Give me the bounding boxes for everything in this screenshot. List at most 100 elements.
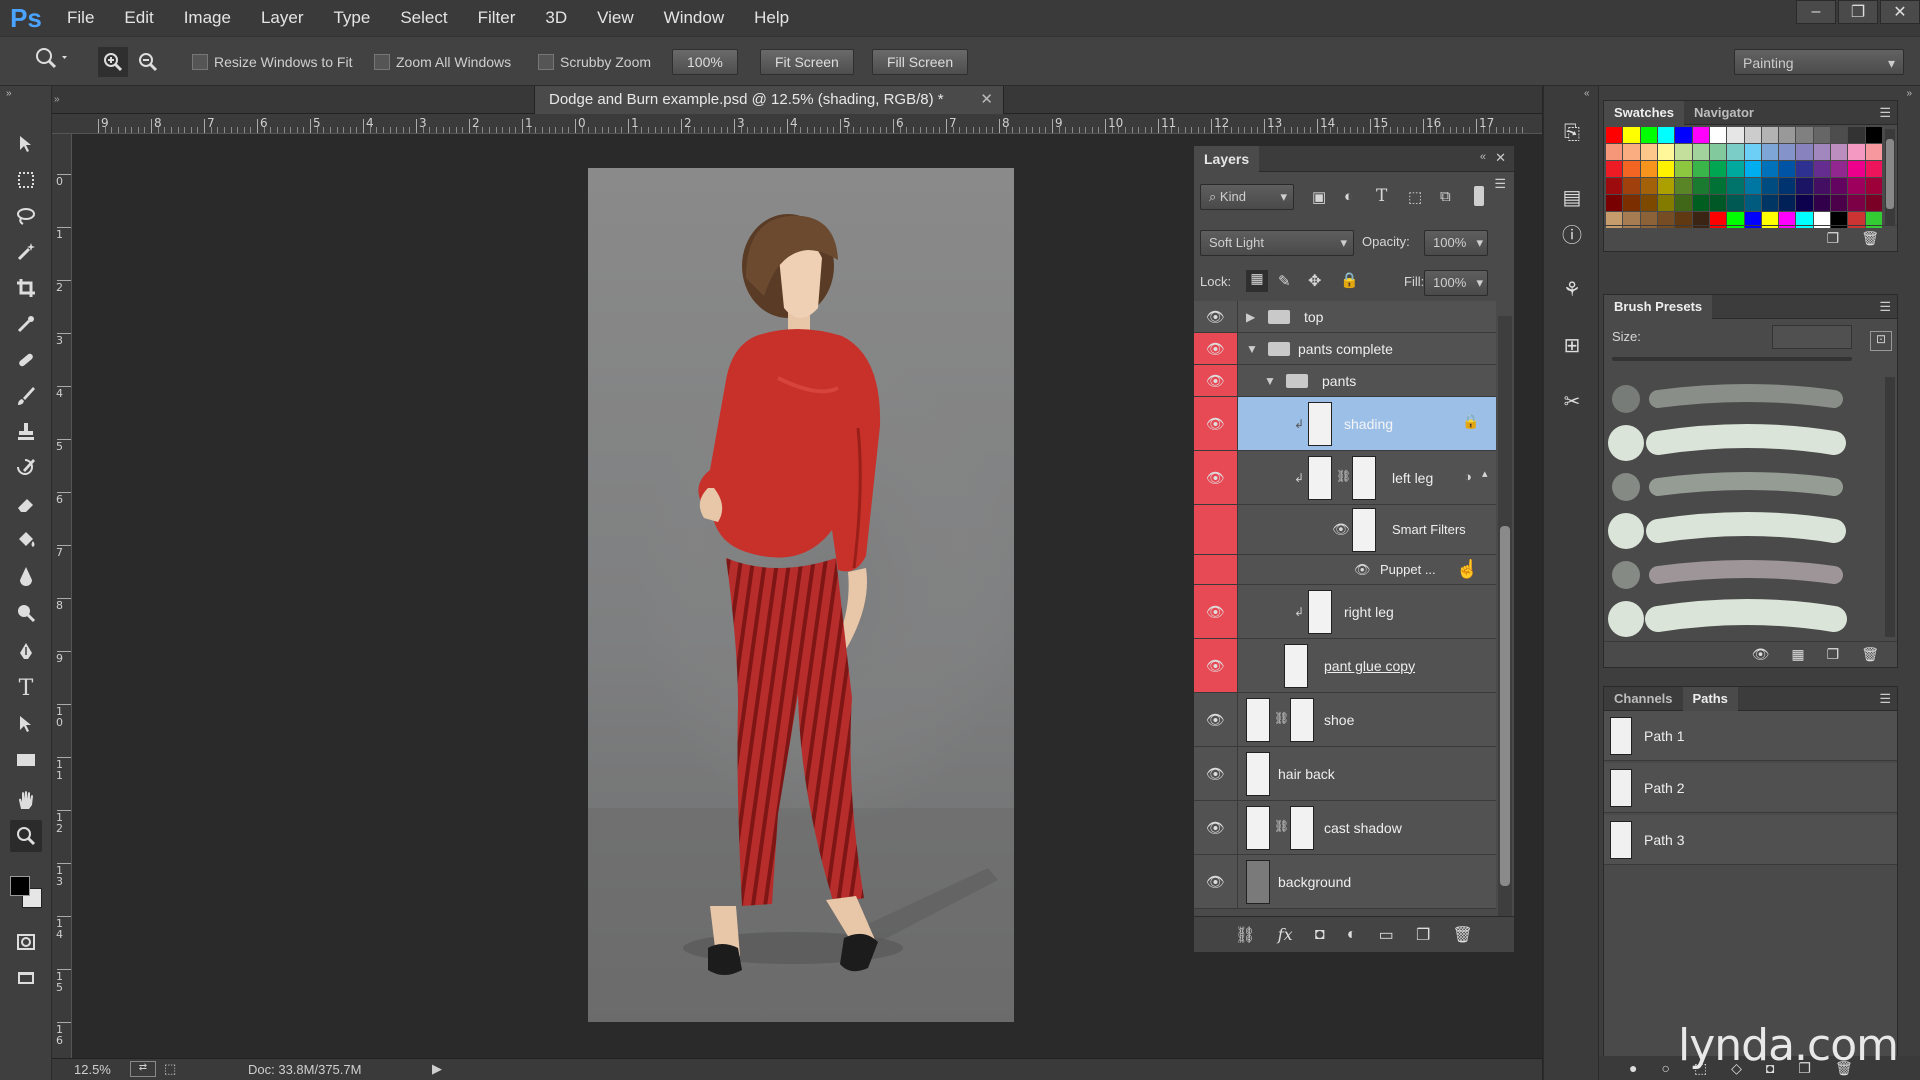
menu-filter[interactable]: Filter	[463, 0, 531, 36]
checkbox-icon[interactable]	[538, 54, 554, 70]
rectangle-tool-icon[interactable]	[10, 744, 42, 776]
color-swatch[interactable]	[1744, 144, 1761, 160]
zoom-100-button[interactable]: 100%	[672, 49, 738, 75]
color-swatch[interactable]	[1675, 144, 1692, 160]
puppet-warp-row[interactable]: 👁 Puppet ... ☝	[1194, 555, 1496, 585]
color-swatch[interactable]	[1796, 127, 1813, 143]
export-icon[interactable]: ⬚	[164, 1061, 176, 1077]
layer-row[interactable]: 👁 ⛓ cast shadow	[1194, 801, 1496, 855]
layer-row[interactable]: 👁 pant glue copy	[1194, 639, 1496, 693]
history-brush-icon[interactable]	[10, 452, 42, 484]
properties-panel-icon[interactable]: ▤	[1556, 182, 1588, 212]
color-swatch[interactable]	[1831, 127, 1848, 143]
zoom-in-icon[interactable]	[98, 47, 128, 77]
color-swatch[interactable]	[1640, 161, 1657, 177]
color-swatch[interactable]	[1796, 144, 1813, 160]
collapse-icon[interactable]: »	[1906, 88, 1912, 99]
color-swatch[interactable]	[1727, 161, 1744, 177]
brush-preset-list[interactable]	[1606, 377, 1874, 643]
tab-navigator[interactable]: Navigator	[1684, 101, 1764, 125]
path-row[interactable]: Path 3	[1604, 815, 1897, 865]
size-input[interactable]	[1772, 325, 1852, 349]
trash-icon[interactable]: 🗑	[1861, 646, 1879, 663]
clone-source-icon[interactable]: ⊞	[1556, 330, 1588, 360]
brush-tool-icon[interactable]	[10, 380, 42, 412]
link-icon[interactable]: ⛓	[1274, 819, 1289, 833]
scrubby-zoom-checkbox[interactable]: Scrubby Zoom	[538, 49, 651, 75]
color-swatch[interactable]	[1709, 178, 1727, 194]
path-selection-icon[interactable]	[10, 708, 42, 740]
close-tab-icon[interactable]: ✕	[980, 86, 993, 114]
fill-path-icon[interactable]: ●	[1629, 1060, 1637, 1076]
color-swatch[interactable]	[1709, 161, 1727, 177]
blend-mode-select[interactable]: Soft Light ▾	[1200, 230, 1354, 256]
swatches-scrollbar[interactable]	[1885, 129, 1895, 225]
brush-options-icon[interactable]: ⊡	[1870, 331, 1892, 351]
color-swatch[interactable]	[1675, 161, 1692, 177]
dodge-tool-icon[interactable]	[10, 596, 42, 628]
collapse-panel-icon[interactable]: «	[1480, 151, 1486, 163]
color-swatch[interactable]	[1761, 161, 1779, 177]
info-panel-icon[interactable]: ⓘ	[1556, 218, 1588, 248]
tab-swatches[interactable]: Swatches	[1604, 100, 1684, 125]
add-mask-icon[interactable]: ◘	[1315, 926, 1325, 944]
new-preset-icon[interactable]: ❐	[1827, 646, 1840, 663]
color-swatch[interactable]	[1675, 127, 1692, 143]
fill-screen-button[interactable]: Fill Screen	[872, 49, 969, 75]
swatch-grid[interactable]	[1606, 127, 1882, 228]
layer-row[interactable]: 👁 ⛓ shoe	[1194, 693, 1496, 747]
collapse-icon[interactable]: «	[1584, 88, 1590, 99]
color-swatch[interactable]	[1744, 127, 1761, 143]
filter-smart-object-icon[interactable]: ⧉	[1440, 188, 1451, 205]
checkbox-icon[interactable]	[374, 54, 390, 70]
pen-tool-icon[interactable]	[10, 636, 42, 668]
color-swatch[interactable]	[1779, 195, 1796, 211]
opacity-input[interactable]: 100% ▾	[1424, 230, 1488, 256]
color-swatch[interactable]	[1727, 195, 1744, 211]
layer-row[interactable]: 👁 ▼ pants	[1194, 365, 1496, 397]
color-swatch[interactable]	[1657, 161, 1675, 177]
lock-pixels-icon[interactable]: ✎	[1278, 272, 1291, 290]
zoom-tool-icon[interactable]	[10, 820, 42, 852]
color-swatch[interactable]	[1796, 161, 1813, 177]
brush-panel-icon[interactable]: ⚘	[1556, 274, 1588, 304]
tab-paths[interactable]: Paths	[1682, 686, 1738, 711]
minimize-button[interactable]: –	[1796, 0, 1836, 24]
color-swatch[interactable]	[1796, 178, 1813, 194]
color-swatch[interactable]	[1848, 161, 1865, 177]
color-swatch[interactable]	[1848, 144, 1865, 160]
visibility-eye-icon[interactable]: 👁	[1194, 365, 1238, 396]
resize-windows-checkbox[interactable]: Resize Windows to Fit	[192, 49, 352, 75]
link-icon[interactable]: ⛓	[1336, 469, 1351, 483]
color-swatch[interactable]	[1831, 195, 1848, 211]
color-swatch[interactable]	[1779, 144, 1796, 160]
eraser-tool-icon[interactable]	[10, 488, 42, 520]
close-button[interactable]: ✕	[1880, 0, 1920, 24]
link-layers-icon[interactable]: ⛓	[1235, 925, 1255, 945]
color-swatch[interactable]	[1623, 195, 1640, 211]
panel-menu-icon[interactable]: ☰	[1879, 299, 1891, 315]
color-swatch[interactable]	[1640, 195, 1657, 211]
hand-tool-icon[interactable]	[10, 784, 42, 816]
screen-mode-icon[interactable]	[10, 962, 42, 994]
color-swatch[interactable]	[1623, 161, 1640, 177]
new-swatch-icon[interactable]: ❐	[1827, 230, 1840, 247]
menu-image[interactable]: Image	[169, 0, 246, 36]
type-tool-icon[interactable]: T	[10, 672, 42, 704]
menu-edit[interactable]: Edit	[109, 0, 168, 36]
color-swatch[interactable]	[1692, 144, 1709, 160]
new-layer-icon[interactable]: ❐	[1416, 925, 1430, 945]
color-swatch[interactable]	[1692, 195, 1709, 211]
healing-brush-icon[interactable]	[10, 344, 42, 376]
color-swatch[interactable]	[1813, 161, 1831, 177]
visibility-eye-icon[interactable]: 👁	[1194, 855, 1238, 908]
color-swatch[interactable]	[1865, 178, 1882, 194]
visibility-eye-icon[interactable]: 👁	[1194, 301, 1238, 332]
open-preset-manager-icon[interactable]: ▦	[1791, 646, 1804, 663]
scrollbar-thumb[interactable]	[1500, 526, 1510, 886]
color-swatch[interactable]	[1813, 127, 1831, 143]
color-swatch[interactable]	[1727, 127, 1744, 143]
color-swatch[interactable]	[1709, 144, 1727, 160]
document-canvas[interactable]	[588, 168, 1014, 1022]
color-swatch[interactable]	[1744, 195, 1761, 211]
